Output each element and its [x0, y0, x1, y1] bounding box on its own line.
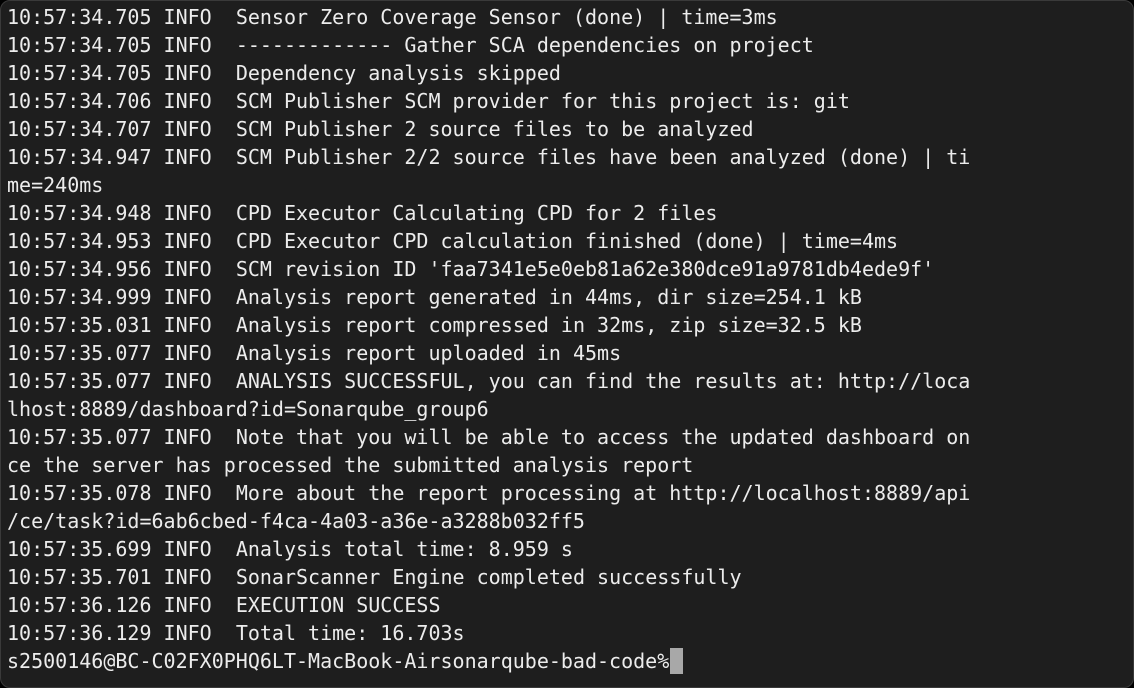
log-message: Analysis report generated in 44ms, dir s…	[235, 285, 862, 309]
log-message: SCM Publisher SCM provider for this proj…	[235, 89, 850, 113]
prompt-symbol: %	[657, 649, 670, 673]
text-cursor[interactable]	[670, 648, 684, 674]
log-line: 10:57:36.126 INFO EXECUTION SUCCESS	[7, 591, 1129, 619]
log-level: INFO	[163, 117, 212, 141]
log-level: INFO	[163, 621, 212, 645]
log-level: INFO	[163, 201, 212, 225]
log-line: 10:57:35.699 INFO Analysis total time: 8…	[7, 535, 1129, 563]
log-level: INFO	[163, 89, 212, 113]
log-line: 10:57:34.947 INFO SCM Publisher 2/2 sour…	[7, 143, 1129, 171]
log-message: SCM revision ID 'faa7341e5e0eb81a62e380d…	[235, 257, 935, 281]
terminal-window[interactable]: 10:57:34.705 INFO Sensor Zero Coverage S…	[0, 0, 1134, 688]
log-level: INFO	[163, 369, 212, 393]
log-line: 10:57:35.031 INFO Analysis report compre…	[7, 311, 1129, 339]
prompt-user-host: s2500146@BC-C02FX0PHQ6LT-MacBook-Air	[7, 649, 441, 673]
log-message: Sensor Zero Coverage Sensor (done) | tim…	[235, 5, 778, 29]
log-timestamp: 10:57:34.705	[7, 61, 152, 85]
log-level: INFO	[163, 593, 212, 617]
log-timestamp: 10:57:34.707	[7, 117, 152, 141]
log-timestamp: 10:57:35.699	[7, 537, 152, 561]
log-timestamp: 10:57:35.077	[7, 369, 152, 393]
log-message: SCM Publisher 2 source files to be analy…	[235, 117, 754, 141]
log-line: 10:57:36.129 INFO Total time: 16.703s	[7, 619, 1129, 647]
shell-prompt[interactable]: s2500146@BC-C02FX0PHQ6LT-MacBook-Air son…	[7, 647, 1129, 675]
log-message: Analysis total time: 8.959 s	[235, 537, 573, 561]
log-message: ANALYSIS SUCCESSFUL, you can find the re…	[235, 369, 971, 393]
log-timestamp: 10:57:34.706	[7, 89, 152, 113]
log-line: 10:57:34.956 INFO SCM revision ID 'faa73…	[7, 255, 1129, 283]
log-message: SonarScanner Engine completed successful…	[235, 565, 742, 589]
log-level: INFO	[163, 313, 212, 337]
log-timestamp: 10:57:35.701	[7, 565, 152, 589]
log-level: INFO	[163, 565, 212, 589]
log-line-continuation: me=240ms	[7, 173, 104, 197]
log-line: 10:57:34.705 INFO Dependency analysis sk…	[7, 59, 1129, 87]
log-timestamp: 10:57:34.705	[7, 5, 152, 29]
log-level: INFO	[163, 229, 212, 253]
log-timestamp: 10:57:35.077	[7, 425, 152, 449]
log-line-continuation: ce the server has processed the submitte…	[7, 453, 694, 477]
log-line-continuation: /ce/task?id=6ab6cbed-f4ca-4a03-a36e-a328…	[7, 509, 585, 533]
log-message: CPD Executor CPD calculation finished (d…	[235, 229, 899, 253]
log-timestamp: 10:57:35.031	[7, 313, 152, 337]
log-message: CPD Executor Calculating CPD for 2 files	[235, 201, 718, 225]
log-level: INFO	[163, 481, 212, 505]
log-timestamp: 10:57:34.948	[7, 201, 152, 225]
log-timestamp: 10:57:36.126	[7, 593, 152, 617]
log-level: INFO	[163, 425, 212, 449]
log-message: Note that you will be able to access the…	[235, 425, 971, 449]
log-message: Total time: 16.703s	[235, 621, 465, 645]
log-line: 10:57:34.999 INFO Analysis report genera…	[7, 283, 1129, 311]
log-line: 10:57:35.078 INFO More about the report …	[7, 479, 1129, 507]
log-message: Analysis report compressed in 32ms, zip …	[235, 313, 862, 337]
log-level: INFO	[163, 61, 212, 85]
prompt-directory: sonarqube-bad-code	[440, 649, 658, 673]
log-level: INFO	[163, 285, 212, 309]
log-timestamp: 10:57:34.999	[7, 285, 152, 309]
log-line: 10:57:35.077 INFO Analysis report upload…	[7, 339, 1129, 367]
log-level: INFO	[163, 145, 212, 169]
log-line: 10:57:35.077 INFO ANALYSIS SUCCESSFUL, y…	[7, 367, 1129, 395]
log-timestamp: 10:57:34.956	[7, 257, 152, 281]
log-line-continuation: lhost:8889/dashboard?id=Sonarqube_group6	[7, 397, 489, 421]
log-timestamp: 10:57:35.078	[7, 481, 152, 505]
log-message: Analysis report uploaded in 45ms	[235, 341, 622, 365]
log-timestamp: 10:57:36.129	[7, 621, 152, 645]
log-message: More about the report processing at http…	[235, 481, 971, 505]
log-level: INFO	[163, 33, 212, 57]
log-timestamp: 10:57:34.953	[7, 229, 152, 253]
log-line: 10:57:34.706 INFO SCM Publisher SCM prov…	[7, 87, 1129, 115]
log-line: 10:57:34.953 INFO CPD Executor CPD calcu…	[7, 227, 1129, 255]
log-line: 10:57:35.701 INFO SonarScanner Engine co…	[7, 563, 1129, 591]
log-level: INFO	[163, 257, 212, 281]
log-level: INFO	[163, 341, 212, 365]
log-message: ------------- Gather SCA dependencies on…	[235, 33, 814, 57]
log-line: 10:57:34.705 INFO ------------- Gather S…	[7, 31, 1129, 59]
log-message: Dependency analysis skipped	[235, 61, 561, 85]
log-line: 10:57:34.705 INFO Sensor Zero Coverage S…	[7, 3, 1129, 31]
log-message: EXECUTION SUCCESS	[235, 593, 441, 617]
log-level: INFO	[163, 537, 212, 561]
log-line: 10:57:34.707 INFO SCM Publisher 2 source…	[7, 115, 1129, 143]
log-line: 10:57:35.077 INFO Note that you will be …	[7, 423, 1129, 451]
log-timestamp: 10:57:34.947	[7, 145, 152, 169]
log-message: SCM Publisher 2/2 source files have been…	[235, 145, 971, 169]
log-timestamp: 10:57:34.705	[7, 33, 152, 57]
log-timestamp: 10:57:35.077	[7, 341, 152, 365]
terminal-output: 10:57:34.705 INFO Sensor Zero Coverage S…	[7, 3, 1129, 675]
log-level: INFO	[163, 5, 212, 29]
log-line: 10:57:34.948 INFO CPD Executor Calculati…	[7, 199, 1129, 227]
